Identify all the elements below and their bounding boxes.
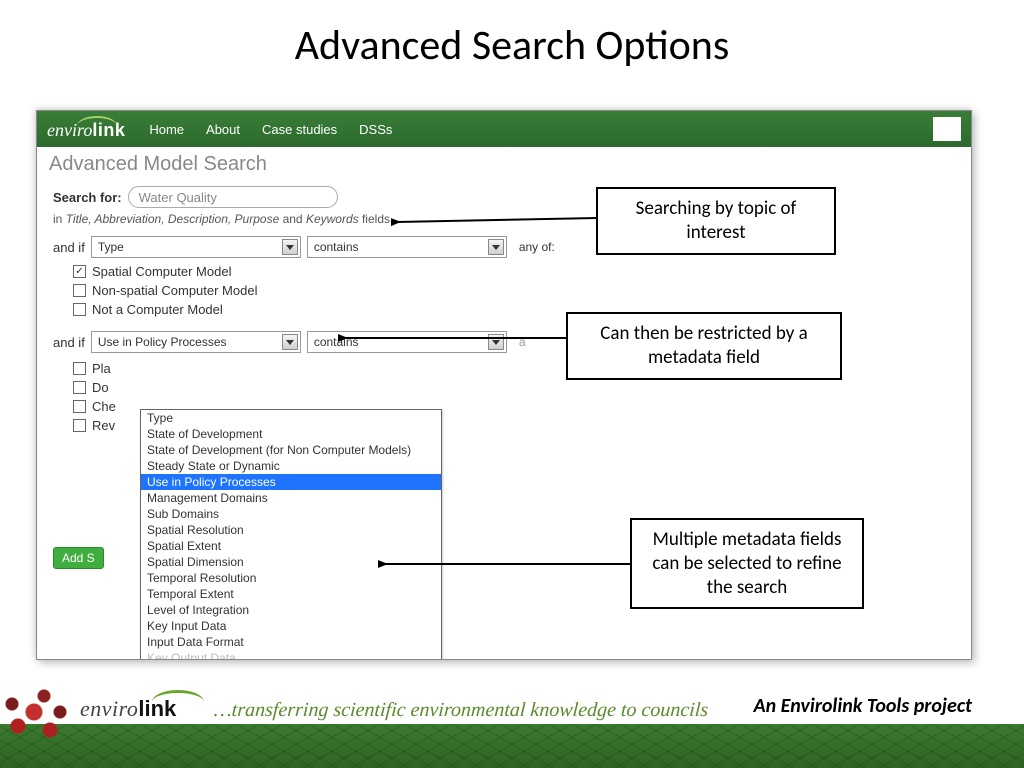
footer-logo: envirolink [80, 696, 176, 722]
chevron-down-icon [282, 334, 298, 350]
chevron-down-icon [282, 239, 298, 255]
arrow-3 [378, 556, 634, 572]
dropdown-item[interactable]: Input Data Format [141, 634, 441, 650]
slide-footer: envirolink …transferring scientific envi… [0, 682, 1024, 768]
checkbox-pla-label: Pla [92, 361, 111, 376]
type-options: Spatial Computer Model Non-spatial Compu… [73, 264, 955, 317]
field-select-1[interactable]: Type [91, 236, 301, 258]
checkbox-che[interactable] [73, 400, 86, 413]
dropdown-item[interactable]: Key Output Data [141, 650, 441, 660]
operator-select-1-value: contains [314, 240, 359, 254]
dropdown-item[interactable]: Temporal Extent [141, 586, 441, 602]
field-select-2-value: Use in Policy Processes [98, 335, 227, 349]
callout-restrict: Can then be restricted by a metadata fie… [566, 312, 842, 380]
logo-swoosh-icon [152, 690, 204, 702]
dropdown-item[interactable]: Type [141, 410, 441, 426]
dropdown-item[interactable]: State of Development (for Non Computer M… [141, 442, 441, 458]
callout-multiple: Multiple metadata fields can be selected… [630, 518, 864, 609]
footer-band [0, 724, 1024, 768]
field-dropdown-list[interactable]: Type State of Development State of Devel… [140, 409, 442, 660]
checkbox-spatial-label: Spatial Computer Model [92, 264, 231, 279]
checkbox-notmodel[interactable] [73, 303, 86, 316]
page-subheader: Advanced Model Search [37, 147, 971, 178]
dropdown-item[interactable]: Management Domains [141, 490, 441, 506]
hint-suffix: fields [359, 212, 390, 226]
search-for-label: Search for: [53, 190, 122, 205]
dropdown-item-selected[interactable]: Use in Policy Processes [141, 474, 441, 490]
dropdown-item[interactable]: Steady State or Dynamic [141, 458, 441, 474]
add-search-button[interactable]: Add S [53, 547, 104, 569]
operator-select-1[interactable]: contains [307, 236, 507, 258]
footer-right: An Envirolink Tools project [753, 694, 972, 718]
hint-fields: Title, Abbreviation, Description, Purpos… [66, 212, 280, 226]
checkbox-rev-label: Rev [92, 418, 115, 433]
callout-topic: Searching by topic of interest [596, 187, 836, 255]
dropdown-item[interactable]: Spatial Extent [141, 538, 441, 554]
checkbox-che-label: Che [92, 399, 116, 414]
search-input[interactable]: Water Quality [128, 186, 338, 208]
footer-flowers-icon [0, 682, 72, 748]
arrow-1 [391, 208, 601, 228]
app-header: envirolink Home About Case studies DSSs [37, 111, 971, 147]
nav-dsss[interactable]: DSSs [359, 122, 392, 137]
dropdown-item[interactable]: Temporal Resolution [141, 570, 441, 586]
dropdown-item[interactable]: Level of Integration [141, 602, 441, 618]
field-select-2[interactable]: Use in Policy Processes [91, 331, 301, 353]
dropdown-item[interactable]: Spatial Resolution [141, 522, 441, 538]
header-right-box [933, 117, 961, 141]
hint-and: and [279, 212, 306, 226]
dropdown-item[interactable]: State of Development [141, 426, 441, 442]
field-select-1-value: Type [98, 240, 124, 254]
chevron-down-icon [488, 239, 504, 255]
hint-prefix: in [53, 212, 66, 226]
top-nav: Home About Case studies DSSs [149, 122, 392, 137]
any-of-label-1: any of: [519, 240, 555, 254]
footer-logo-prefix: enviro [80, 696, 138, 721]
checkbox-nonspatial[interactable] [73, 284, 86, 297]
and-if-label-2: and if [53, 335, 85, 350]
dropdown-item[interactable]: Sub Domains [141, 506, 441, 522]
checkbox-do[interactable] [73, 381, 86, 394]
nav-case[interactable]: Case studies [262, 122, 337, 137]
nav-home[interactable]: Home [149, 122, 184, 137]
nav-about[interactable]: About [206, 122, 240, 137]
app-logo: envirolink [47, 118, 125, 141]
checkbox-notmodel-label: Not a Computer Model [92, 302, 223, 317]
and-if-label-1: and if [53, 240, 85, 255]
checkbox-do-label: Do [92, 380, 109, 395]
footer-tagline: …transferring scientific environmental k… [213, 699, 709, 722]
checkbox-nonspatial-label: Non-spatial Computer Model [92, 283, 257, 298]
slide-title: Advanced Search Options [0, 20, 1024, 71]
dropdown-item[interactable]: Key Input Data [141, 618, 441, 634]
hint-last: Keywords [306, 212, 359, 226]
arrow-2 [338, 330, 570, 346]
checkbox-spatial[interactable] [73, 265, 86, 278]
logo-swoosh-icon [77, 116, 117, 126]
checkbox-rev[interactable] [73, 419, 86, 432]
checkbox-pla[interactable] [73, 362, 86, 375]
